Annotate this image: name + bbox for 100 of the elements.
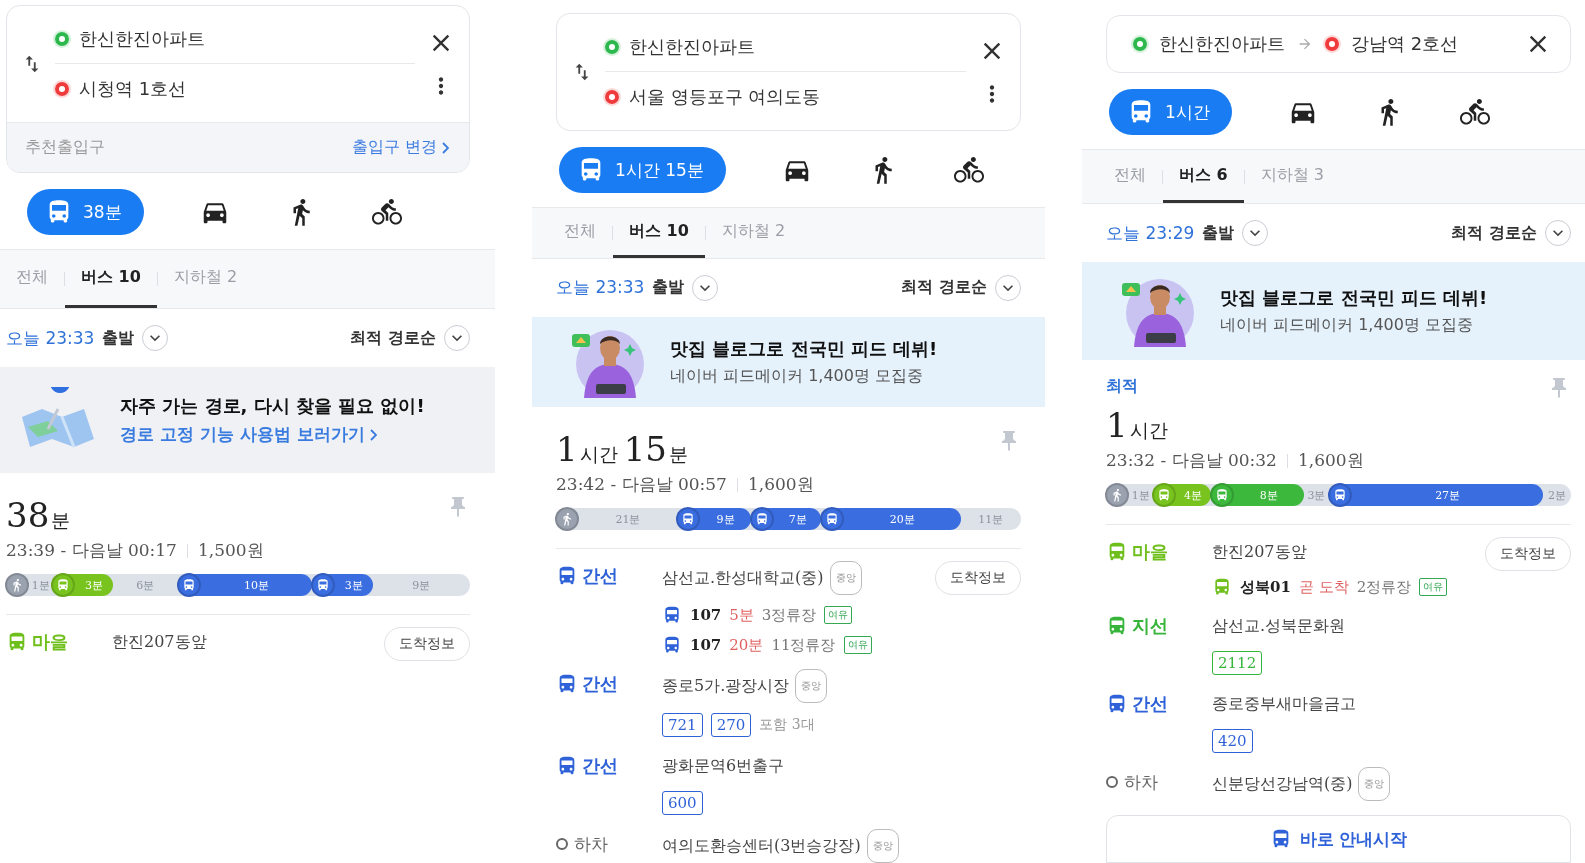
bus-icon bbox=[820, 507, 845, 531]
crowding-tag: 여유 bbox=[824, 606, 853, 624]
promo-banner[interactable]: 맛집 블로그로 전국민 피드 데뷔! 네이버 피드메이커 1,400명 모집중 bbox=[1082, 262, 1585, 360]
arrival-time: 5분 bbox=[729, 605, 754, 625]
cyclist-icon[interactable] bbox=[1459, 97, 1490, 127]
bus-type-label: 지선 bbox=[1132, 614, 1168, 638]
routes-note: 포함 3대 bbox=[759, 716, 815, 734]
bus-icon bbox=[675, 507, 700, 531]
segment-duration: 21분 bbox=[614, 511, 642, 527]
route-number[interactable]: 420 bbox=[1212, 729, 1253, 753]
stop-name: 삼선교.성북문화원 bbox=[1212, 615, 1346, 637]
chevron-down-icon[interactable] bbox=[444, 325, 470, 351]
stop-name: 한진207동앞 bbox=[112, 631, 207, 653]
bus-type-label: 마을 bbox=[32, 630, 68, 654]
transit-mode-tab[interactable]: 1시간 bbox=[1109, 89, 1232, 135]
bus-segment: 20분 bbox=[821, 508, 961, 530]
bus-type-label: 간선 bbox=[582, 672, 618, 696]
banner-title: 자주 가는 경로, 다시 찾을 필요 없이! bbox=[120, 394, 425, 418]
stop-name: 삼선교.한성대학교(중) bbox=[662, 567, 824, 589]
segment-duration: 11분 bbox=[977, 511, 1005, 527]
bus-icon bbox=[1151, 483, 1176, 507]
origin-marker-icon bbox=[605, 39, 619, 54]
departure-time[interactable]: 오늘 23:29 bbox=[1106, 221, 1195, 245]
total-duration: 1 시간 bbox=[1106, 405, 1168, 445]
stop-tag: 중앙 bbox=[829, 561, 862, 595]
bus-type-label: 간선 bbox=[582, 754, 618, 778]
bus-segment: 10분 bbox=[177, 574, 313, 596]
segment-duration: 6분 bbox=[135, 577, 156, 593]
cyclist-icon[interactable] bbox=[371, 197, 402, 227]
route-number[interactable]: 721 bbox=[662, 713, 703, 737]
transit-mode-tab[interactable]: 38분 bbox=[27, 189, 144, 235]
arrival-time: 곧 도착 bbox=[1298, 577, 1349, 597]
arrival-info-button[interactable]: 도착정보 bbox=[384, 627, 470, 661]
chevron-down-icon[interactable] bbox=[995, 274, 1021, 301]
total-duration: 38 분 bbox=[6, 495, 71, 535]
entrance-label: 추천출입구 bbox=[25, 137, 105, 158]
tip-banner[interactable]: 자주 가는 경로, 다시 찾을 필요 없이! 경로 고정 기능 사용법 보러가기 bbox=[0, 367, 495, 473]
bus-icon bbox=[662, 605, 682, 625]
bus-icon bbox=[311, 573, 336, 597]
route-number[interactable]: 270 bbox=[710, 713, 752, 737]
departure-time[interactable]: 오늘 23:33 bbox=[6, 326, 95, 350]
filter-tab[interactable]: 버스 6 bbox=[1163, 150, 1244, 204]
chevron-down-icon[interactable] bbox=[1242, 220, 1269, 247]
arrival-info-button[interactable]: 도착정보 bbox=[935, 561, 1021, 595]
fare: 1,500원 bbox=[197, 539, 264, 562]
cyclist-icon[interactable] bbox=[953, 155, 984, 185]
stop-name: 여의도환승센터(3번승강장) bbox=[662, 835, 861, 857]
chevron-right-icon bbox=[369, 428, 377, 441]
crowding-tag: 여유 bbox=[1419, 578, 1448, 596]
stop-name: 광화문역6번출구 bbox=[662, 755, 785, 777]
bus-icon bbox=[662, 635, 682, 655]
destination-marker-icon bbox=[605, 90, 619, 104]
banner-subtitle: 네이버 피드메이커 1,400명 모집중 bbox=[670, 365, 925, 387]
chevron-down-icon[interactable] bbox=[1545, 220, 1571, 247]
arrival-time: 20분 bbox=[729, 635, 764, 655]
transit-mode-tab[interactable]: 1시간 15분 bbox=[559, 147, 726, 193]
stop-name: 종로중부새마을금고 bbox=[1212, 693, 1356, 715]
stops-away: 11정류장 bbox=[771, 635, 836, 655]
stop-name: 종로5가.광장시장 bbox=[662, 675, 790, 697]
filter-tab[interactable]: 버스 10 bbox=[613, 208, 705, 258]
stop-tag: 중앙 bbox=[1358, 767, 1391, 801]
crowding-tag: 여유 bbox=[843, 636, 872, 654]
destination-marker-icon bbox=[1325, 37, 1339, 51]
origin-field[interactable]: 한신한진아파트 bbox=[1159, 32, 1285, 56]
departure-label: 출발 bbox=[1202, 222, 1235, 244]
sort-label[interactable]: 최적 경로순 bbox=[350, 327, 436, 349]
arrival-info-button[interactable]: 도착정보 bbox=[1485, 537, 1571, 571]
bus-number: 107 bbox=[690, 636, 722, 654]
bus-segment: 4분 bbox=[1152, 484, 1211, 506]
fare: 1,600원 bbox=[1297, 449, 1364, 472]
stops-away: 2정류장 bbox=[1356, 577, 1412, 597]
bus-segment: 8분 bbox=[1210, 484, 1304, 506]
sort-label[interactable]: 최적 경로순 bbox=[901, 277, 987, 298]
origin-field[interactable]: 한신한진아파트 bbox=[629, 34, 755, 59]
bus-type-label: 간선 bbox=[582, 564, 618, 588]
departure-time[interactable]: 오늘 23:33 bbox=[556, 276, 645, 299]
bus-segment: 9분 bbox=[676, 508, 752, 530]
trip-times: 23:32 - 다음날 00:32 bbox=[1106, 449, 1277, 472]
alight-label: 하차 bbox=[556, 829, 662, 859]
trip-times: 23:42 - 다음날 00:57 bbox=[556, 473, 727, 496]
bus-icon bbox=[1209, 483, 1234, 507]
promo-banner[interactable]: 맛집 블로그로 전국민 피드 데뷔! 네이버 피드메이커 1,400명 모집중 bbox=[532, 316, 1045, 407]
chevron-down-icon[interactable] bbox=[142, 325, 169, 351]
start-navigation-button[interactable]: 바로 안내시작 bbox=[1106, 815, 1571, 863]
destination-field[interactable]: 시청역 1호선 bbox=[79, 77, 187, 101]
chevron-down-icon[interactable] bbox=[692, 274, 719, 301]
segment-duration: 3분 bbox=[1306, 487, 1327, 503]
stops-away: 3정류장 bbox=[761, 605, 817, 625]
destination-field[interactable]: 서울 영등포구 여의도동 bbox=[629, 85, 821, 109]
change-entrance-link[interactable]: 출입구 변경 bbox=[351, 137, 449, 158]
bus-icon bbox=[1328, 483, 1353, 507]
destination-field[interactable]: 강남역 2호선 bbox=[1351, 32, 1459, 56]
chevron-right-icon bbox=[442, 141, 449, 154]
bus-icon bbox=[51, 573, 76, 597]
filter-tab[interactable]: 버스 10 bbox=[65, 250, 157, 308]
origin-field[interactable]: 한신한진아파트 bbox=[79, 26, 205, 51]
walking-person-icon bbox=[1105, 483, 1129, 507]
sort-label[interactable]: 최적 경로순 bbox=[1451, 222, 1537, 244]
banner-link[interactable]: 경로 고정 기능 사용법 보러가기 bbox=[120, 423, 425, 446]
route-number[interactable]: 600 bbox=[662, 791, 703, 815]
